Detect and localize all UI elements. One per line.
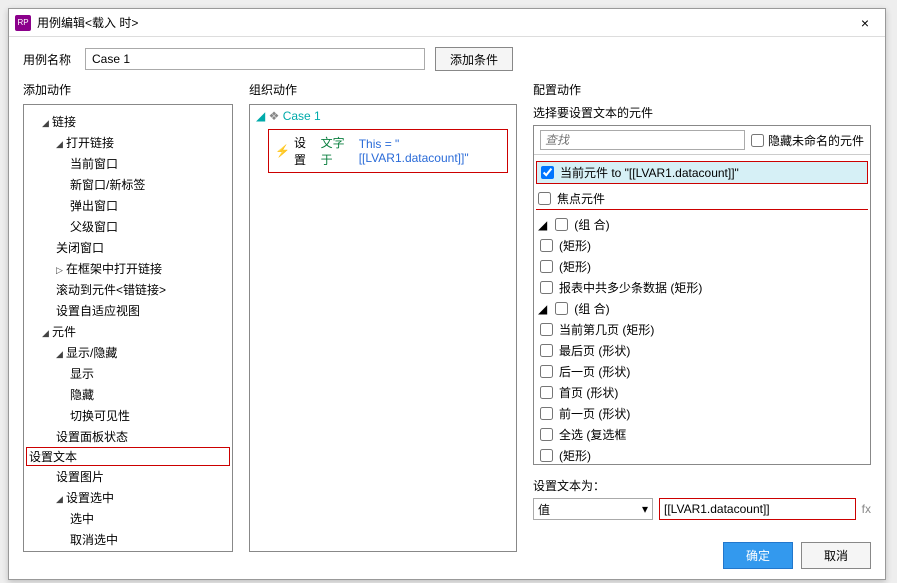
tree-select[interactable]: 选中 bbox=[28, 508, 228, 529]
tree-frame-open[interactable]: ▷在框架中打开链接 bbox=[28, 258, 228, 279]
tree-parent-win[interactable]: 父级窗口 bbox=[28, 216, 228, 237]
org-action-panel[interactable]: ◢ ❖ Case 1 ⚡ 设置 文字于 This = "[[LVAR1.data… bbox=[249, 104, 517, 552]
tree-unselect[interactable]: 取消选中 bbox=[28, 529, 228, 550]
tree-new-win[interactable]: 新窗口/新标签 bbox=[28, 174, 228, 195]
chevron-down-icon: ▾ bbox=[642, 502, 648, 516]
close-button[interactable]: × bbox=[851, 15, 879, 31]
comp-rect3[interactable]: (矩形) bbox=[538, 445, 866, 465]
comp-group2[interactable]: ◢(组 合) bbox=[538, 298, 866, 319]
case-name-label: 用例名称 bbox=[23, 51, 71, 68]
tree-open-link[interactable]: ◢打开链接 bbox=[28, 132, 228, 153]
tree-set-select[interactable]: ◢设置选中 bbox=[28, 487, 228, 508]
tree-component[interactable]: ◢元件 bbox=[28, 321, 228, 342]
add-condition-button[interactable]: 添加条件 bbox=[435, 47, 513, 71]
tree-scroll-to[interactable]: 滚动到元件<错链接> bbox=[28, 279, 228, 300]
org-action-label: 组织动作 bbox=[249, 81, 517, 98]
case-node[interactable]: ◢ ❖ Case 1 bbox=[250, 105, 516, 127]
fx-button[interactable]: fx bbox=[862, 502, 871, 516]
cfg-action-label: 配置动作 bbox=[533, 81, 871, 98]
bolt-icon: ⚡ bbox=[275, 144, 290, 158]
tree-hide[interactable]: 隐藏 bbox=[28, 384, 228, 405]
comp-group1[interactable]: ◢(组 合) bbox=[538, 214, 866, 235]
tree-popup[interactable]: 弹出窗口 bbox=[28, 195, 228, 216]
value-input[interactable] bbox=[659, 498, 856, 520]
comp-tablecount[interactable]: 报表中共多少条数据 (矩形) bbox=[538, 277, 866, 298]
tree-toggle[interactable]: 切换可见性 bbox=[28, 405, 228, 426]
tree-show[interactable]: 显示 bbox=[28, 363, 228, 384]
cancel-button[interactable]: 取消 bbox=[801, 542, 871, 569]
ok-button[interactable]: 确定 bbox=[723, 542, 793, 569]
value-type-select[interactable]: 值▾ bbox=[533, 498, 653, 520]
tree-cur-win[interactable]: 当前窗口 bbox=[28, 153, 228, 174]
tree-set-text[interactable]: 设置文本 bbox=[26, 447, 230, 466]
dialog-title: 用例编辑<载入 时> bbox=[37, 14, 851, 31]
tree-show-hide[interactable]: ◢显示/隐藏 bbox=[28, 342, 228, 363]
comp-lastpage[interactable]: 最后页 (形状) bbox=[538, 340, 866, 361]
component-panel: 隐藏未命名的元件 当前元件 to "[[LVAR1.datacount]]" 焦… bbox=[533, 125, 871, 465]
add-action-label: 添加动作 bbox=[23, 81, 233, 98]
tree-set-view[interactable]: 设置自适应视图 bbox=[28, 300, 228, 321]
comp-rect2[interactable]: (矩形) bbox=[538, 256, 866, 277]
tree-set-image[interactable]: 设置图片 bbox=[28, 466, 228, 487]
comp-focus[interactable]: 焦点元件 bbox=[536, 188, 868, 210]
comp-prevpage[interactable]: 前一页 (形状) bbox=[538, 403, 866, 424]
comp-rect1[interactable]: (矩形) bbox=[538, 235, 866, 256]
search-input[interactable] bbox=[540, 130, 745, 150]
comp-selectall[interactable]: 全选 (复选框 bbox=[538, 424, 866, 445]
select-component-label: 选择要设置文本的元件 bbox=[533, 104, 871, 121]
tree-link[interactable]: ◢链接 bbox=[28, 111, 228, 132]
comp-firstpage[interactable]: 首页 (形状) bbox=[538, 382, 866, 403]
comp-curpage[interactable]: 当前第几页 (矩形) bbox=[538, 319, 866, 340]
hide-unnamed-checkbox[interactable]: 隐藏未命名的元件 bbox=[751, 132, 864, 149]
case-name-input[interactable] bbox=[85, 48, 425, 70]
app-icon: RP bbox=[15, 15, 31, 31]
tree-panel-state[interactable]: 设置面板状态 bbox=[28, 426, 228, 447]
comp-current[interactable]: 当前元件 to "[[LVAR1.datacount]]" bbox=[536, 161, 868, 184]
comp-nextpage[interactable]: 后一页 (形状) bbox=[538, 361, 866, 382]
action-set-text[interactable]: ⚡ 设置 文字于 This = "[[LVAR1.datacount]]" bbox=[268, 129, 508, 173]
tree-close-win[interactable]: 关闭窗口 bbox=[28, 237, 228, 258]
set-text-to-label: 设置文本为： bbox=[533, 477, 871, 494]
add-action-tree[interactable]: ◢链接 ◢打开链接 当前窗口 新窗口/新标签 弹出窗口 父级窗口 关闭窗口 ▷在… bbox=[23, 104, 233, 552]
